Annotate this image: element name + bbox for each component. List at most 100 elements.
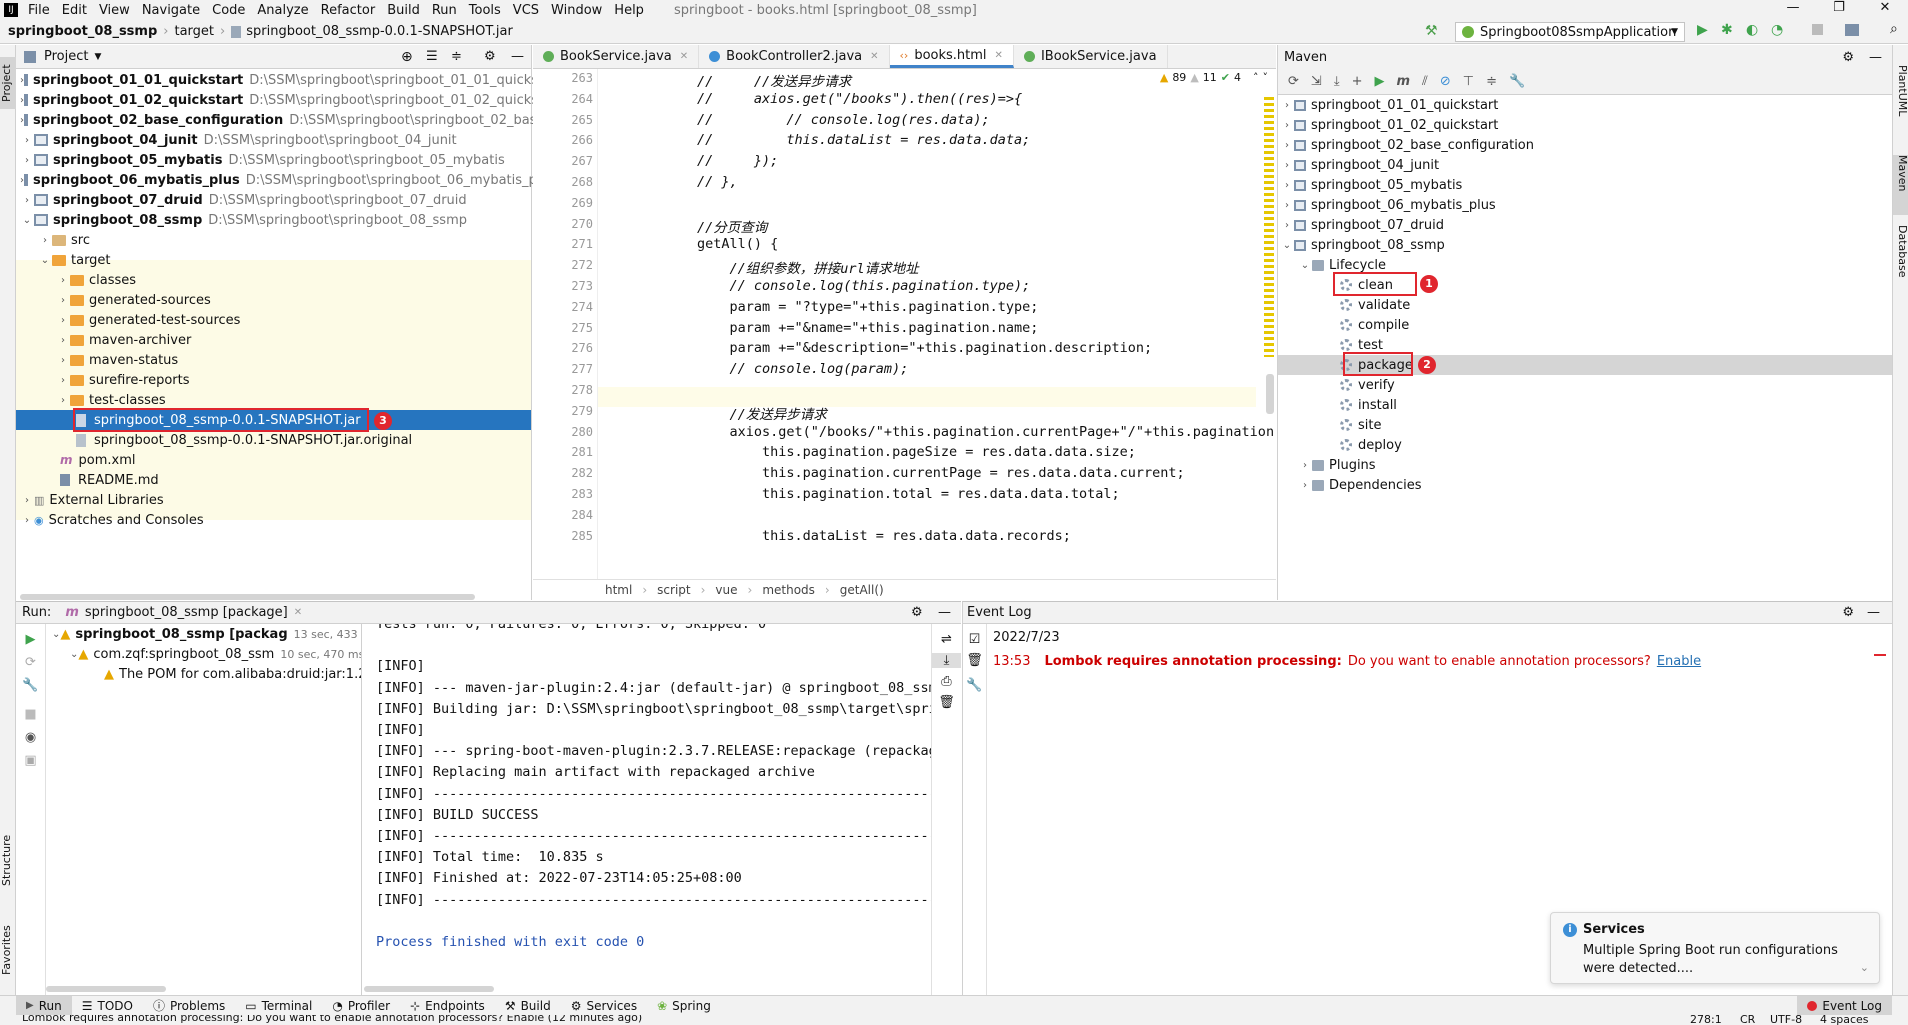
maven-project[interactable]: › springboot_02_base_configuration <box>1278 135 1892 155</box>
structure-tool-tab[interactable]: Structure <box>0 825 16 895</box>
wrench-icon[interactable]: 🔧 <box>963 678 986 693</box>
print-icon[interactable]: ⎙ <box>932 674 961 689</box>
tool-spring[interactable]: ❀ Spring <box>647 996 721 1015</box>
menu-navigate[interactable]: Navigate <box>142 3 200 18</box>
code-line[interactable]: this.pagination.currentPage = res.data.d… <box>697 465 1185 481</box>
run-icon[interactable]: ▶ <box>1374 74 1384 89</box>
soft-wrap-icon[interactable]: ⇌ <box>932 632 961 647</box>
breadcrumb-jar[interactable]: springboot_08_ssmp-0.0.1-SNAPSHOT.jar <box>246 24 513 39</box>
tool-profiler[interactable]: ◔ Profiler <box>322 996 400 1015</box>
scroll-end-icon[interactable]: ⤓ <box>932 653 961 668</box>
gear-icon[interactable]: ⚙ <box>1842 50 1854 65</box>
tree-item-project[interactable]: ⌄ springboot_08_ssmp D:\SSM\springboot\spr… <box>16 210 531 230</box>
stop-icon[interactable] <box>1812 24 1823 35</box>
maven-phase-site[interactable]: site <box>1278 415 1892 435</box>
tree-item-project[interactable]: › springboot_02_base_configuration D:\SSM\… <box>16 110 566 130</box>
maven-phase-install[interactable]: install <box>1278 395 1892 415</box>
line-separator[interactable]: CR <box>1740 1015 1755 1025</box>
tree-item-project[interactable]: › springboot_07_druid D:\SSM\springboot\sp… <box>16 190 531 210</box>
code-line[interactable]: param = "?type="+this.pagination.type; <box>697 299 1039 315</box>
crumb-getall[interactable]: getAll() <box>840 583 884 597</box>
maven-phase-compile[interactable]: compile <box>1278 315 1892 335</box>
code-line[interactable]: // this.dataList = res.data.data; <box>697 132 1030 148</box>
chevron-down-icon[interactable]: ▼ <box>94 52 101 62</box>
tree-item-project[interactable]: › springboot_04_junit D:\SSM\springboot\sp… <box>16 130 531 150</box>
vertical-scrollbar[interactable] <box>1266 374 1274 414</box>
tree-item-folder[interactable]: › generated-test-sources <box>16 310 531 330</box>
tree-item-external-libraries[interactable]: › ▥ External Libraries <box>16 490 531 510</box>
menu-code[interactable]: Code <box>212 3 245 18</box>
tool-run[interactable]: ▶ Run <box>16 996 72 1015</box>
code-line[interactable]: // axios.get("/books").then((res)=>{ <box>697 91 1022 107</box>
tool-terminal[interactable]: ▭ Terminal <box>235 996 322 1015</box>
menu-file[interactable]: File <box>28 3 50 18</box>
reload-icon[interactable]: ⟳ <box>1288 74 1299 89</box>
maven-project[interactable]: › springboot_01_01_quickstart <box>1278 95 1892 115</box>
locate-icon[interactable]: ⊕ <box>401 49 413 65</box>
tree-item-readme[interactable]: README.md <box>16 470 531 490</box>
hide-icon[interactable]: — <box>511 49 524 64</box>
indent-setting[interactable]: 4 spaces <box>1820 1015 1869 1025</box>
mark-read-icon[interactable]: ☑ <box>963 632 986 647</box>
download-icon[interactable]: ⤓ <box>1334 74 1340 89</box>
code-line[interactable]: param +="&description="+this.pagination.… <box>697 340 1153 356</box>
tree-item-src[interactable]: › src <box>16 230 531 250</box>
run-icon[interactable]: ▶ <box>1697 22 1708 38</box>
tool-problems[interactable]: ⓘ Problems <box>143 996 235 1015</box>
menu-tools[interactable]: Tools <box>469 3 501 18</box>
tree-item-folder[interactable]: › maven-status <box>16 350 531 370</box>
collapse-icon[interactable]: ≑ <box>1486 74 1497 89</box>
run-config-select[interactable]: Springboot08SsmpApplication ▼ <box>1455 22 1685 42</box>
menu-analyze[interactable]: Analyze <box>257 3 308 18</box>
code-line[interactable]: // }, <box>697 174 738 190</box>
tool-todo[interactable]: ☰ TODO <box>72 996 143 1015</box>
code-line[interactable]: // console.log(param); <box>697 361 909 377</box>
menu-edit[interactable]: Edit <box>62 3 87 18</box>
tree-item-folder[interactable]: › maven-archiver <box>16 330 531 350</box>
code-line[interactable]: this.dataList = res.data.data.records; <box>697 528 1071 544</box>
tree-item-scratches[interactable]: › ◉ Scratches and Consoles <box>16 510 531 530</box>
menu-vcs[interactable]: VCS <box>513 3 539 18</box>
enable-link[interactable]: Enable <box>1657 654 1701 669</box>
tree-item-target[interactable]: ⌄ target <box>16 250 531 270</box>
crumb-methods[interactable]: methods <box>762 583 815 597</box>
hide-icon[interactable]: — <box>1869 50 1882 65</box>
tab-ibookservice[interactable]: IBookService.java <box>1014 45 1168 68</box>
tree-item-project[interactable]: › springboot_06_mybatis_plus D:\SSM\spring… <box>16 170 555 190</box>
close-icon[interactable]: ✕ <box>294 607 302 618</box>
gear-icon[interactable]: ⚙ <box>911 605 923 620</box>
menu-help[interactable]: Help <box>614 3 644 18</box>
code-line[interactable]: this.pagination.pageSize = res.data.data… <box>697 444 1136 460</box>
file-encoding[interactable]: UTF-8 <box>1770 1015 1802 1025</box>
code-line[interactable]: this.pagination.total = res.data.data.to… <box>697 486 1120 502</box>
close-window-button[interactable]: ✕ <box>1862 0 1908 20</box>
tool-endpoints[interactable]: ⊹ Endpoints <box>400 996 495 1015</box>
menu-build[interactable]: Build <box>387 3 420 18</box>
project-tool-tab[interactable]: Project <box>0 57 16 109</box>
code-line[interactable]: // // console.log(res.data); <box>697 112 990 128</box>
collapse-all-icon[interactable]: ☰ <box>426 49 438 64</box>
tree-item-jar-original[interactable]: springboot_08_ssmp-0.0.1-SNAPSHOT.jar.or… <box>16 430 531 450</box>
debug-icon[interactable]: ✱ <box>1721 22 1733 38</box>
maven-project[interactable]: › springboot_04_junit <box>1278 155 1892 175</box>
code-line[interactable]: //组织参数，拼接url请求地址 <box>697 257 919 277</box>
hammer-icon[interactable]: ⚒ <box>1425 23 1439 39</box>
code-line[interactable]: // //发送异步请求 <box>697 70 851 90</box>
code-line[interactable]: param +="&name="+this.pagination.name; <box>697 320 1039 336</box>
tool-event-log[interactable]: Event Log <box>1797 996 1892 1015</box>
close-icon[interactable]: ✕ <box>870 51 878 62</box>
tool-build[interactable]: ⚒ Build <box>495 996 561 1015</box>
crumb-vue[interactable]: vue <box>715 583 737 597</box>
menu-run[interactable]: Run <box>432 3 457 18</box>
tool-services[interactable]: ⚙ Services <box>561 996 647 1015</box>
breadcrumb-project[interactable]: springboot_08_ssmp <box>8 24 157 39</box>
chevron-down-icon[interactable]: ˅ <box>1263 71 1269 84</box>
tab-books-html[interactable]: ‹› books.html ✕ <box>889 45 1014 68</box>
caret-position[interactable]: 278:1 <box>1690 1015 1722 1025</box>
console-output[interactable]: Tests run: 0, Failures: 0, Errors: 0, Sk… <box>16 624 931 996</box>
execute-goal-icon[interactable]: m <box>1396 74 1410 89</box>
menu-view[interactable]: View <box>99 3 130 18</box>
plantuml-tool-tab[interactable]: PlantUML <box>1893 65 1908 145</box>
trash-icon[interactable]: 🗑 <box>963 653 986 668</box>
menu-refactor[interactable]: Refactor <box>321 3 376 18</box>
